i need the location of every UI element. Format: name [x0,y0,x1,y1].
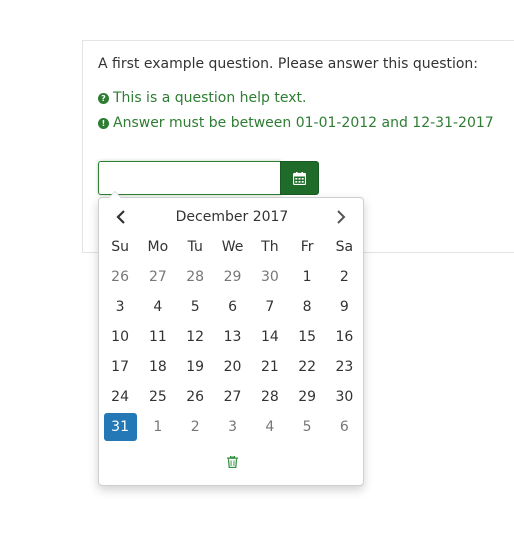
calendar-day[interactable]: 30 [251,262,288,292]
calendar-day[interactable]: 26 [101,262,139,292]
calendar-day[interactable]: 20 [214,352,251,382]
calendar-day[interactable]: 6 [214,292,251,322]
question-circle-icon: ? [98,92,109,104]
calendar-day[interactable]: 13 [214,322,251,352]
selected-day-label: 31 [103,413,137,441]
question-text: A first example question. Please answer … [98,56,479,72]
calendar-day-selected[interactable]: 31 [101,412,139,442]
calendar-day[interactable]: 18 [139,352,176,382]
calendar-day[interactable]: 4 [251,412,288,442]
calendar-day[interactable]: 5 [289,412,326,442]
calendar-day[interactable]: 28 [177,262,214,292]
weekday-label: We [221,239,244,255]
calendar-day[interactable]: 27 [214,382,251,412]
weekday-label: Mo [147,239,169,255]
calendar-day[interactable]: 6 [326,412,363,442]
calendar-day[interactable]: 29 [289,382,326,412]
calendar-icon [293,171,306,185]
calendar-day[interactable]: 9 [326,292,363,322]
calendar-button[interactable] [280,161,319,195]
calendar-day[interactable]: 8 [289,292,326,322]
next-month-button[interactable] [327,204,355,230]
calendar-grid: Su Mo Tu We Th Fr Sa 26 27 28 29 30 1 2 … [101,232,363,442]
calendar-day[interactable]: 7 [251,292,288,322]
calendar-day[interactable]: 22 [289,352,326,382]
calendar-day[interactable]: 12 [177,322,214,352]
calendar-day[interactable]: 5 [177,292,214,322]
weekday-label: Th [261,239,279,255]
calendar-day[interactable]: 19 [177,352,214,382]
trash-icon [226,456,238,468]
validation-text: Answer must be between 01-01-2012 and 12… [113,115,494,131]
calendar-day[interactable]: 11 [139,322,176,352]
calendar-week-row: 3 4 5 6 7 8 9 [101,292,363,322]
calendar-day[interactable]: 16 [326,322,363,352]
calendar-week-row: 17 18 19 20 21 22 23 [101,352,363,382]
chevron-right-icon [337,210,346,224]
date-input[interactable] [98,161,281,195]
calendar-day[interactable]: 4 [139,292,176,322]
weekday-header-row: Su Mo Tu We Th Fr Sa [101,232,363,262]
weekday-label: Sa [335,239,354,255]
calendar-day[interactable]: 25 [139,382,176,412]
weekday-label: Fr [300,239,314,255]
calendar-day[interactable]: 23 [326,352,363,382]
calendar-week-row: 24 25 26 27 28 29 30 [101,382,363,412]
calendar-day[interactable]: 1 [289,262,326,292]
calendar-day[interactable]: 2 [177,412,214,442]
month-title[interactable]: December 2017 [139,204,325,230]
help-text: This is a question help text. [113,90,307,106]
calendar-week-row: 31 1 2 3 4 5 6 [101,412,363,442]
calendar-day[interactable]: 30 [326,382,363,412]
calendar-week-row: 26 27 28 29 30 1 2 [101,262,363,292]
chevron-left-icon [116,210,125,224]
calendar-day[interactable]: 2 [326,262,363,292]
weekday-label: Tu [187,239,203,255]
datepicker-header: December 2017 [99,204,363,230]
calendar-day[interactable]: 28 [251,382,288,412]
datepicker-popup: December 2017 Su Mo Tu We Th Fr Sa 26 27… [98,191,364,486]
calendar-day[interactable]: 3 [101,292,139,322]
validation-text-line: ! Answer must be between 01-01-2012 and … [98,115,494,131]
calendar-day[interactable]: 15 [289,322,326,352]
clear-date-button[interactable] [224,454,240,470]
calendar-day[interactable]: 10 [101,322,139,352]
calendar-day[interactable]: 3 [214,412,251,442]
weekday-label: Su [111,239,129,255]
calendar-day[interactable]: 26 [177,382,214,412]
calendar-day[interactable]: 14 [251,322,288,352]
calendar-day[interactable]: 17 [101,352,139,382]
calendar-day[interactable]: 1 [139,412,176,442]
prev-month-button[interactable] [107,204,135,230]
help-text-line: ? This is a question help text. [98,90,306,106]
calendar-day[interactable]: 24 [101,382,139,412]
calendar-day[interactable]: 21 [251,352,288,382]
calendar-day[interactable]: 29 [214,262,251,292]
exclamation-circle-icon: ! [98,117,109,129]
calendar-day[interactable]: 27 [139,262,176,292]
calendar-week-row: 10 11 12 13 14 15 16 [101,322,363,352]
